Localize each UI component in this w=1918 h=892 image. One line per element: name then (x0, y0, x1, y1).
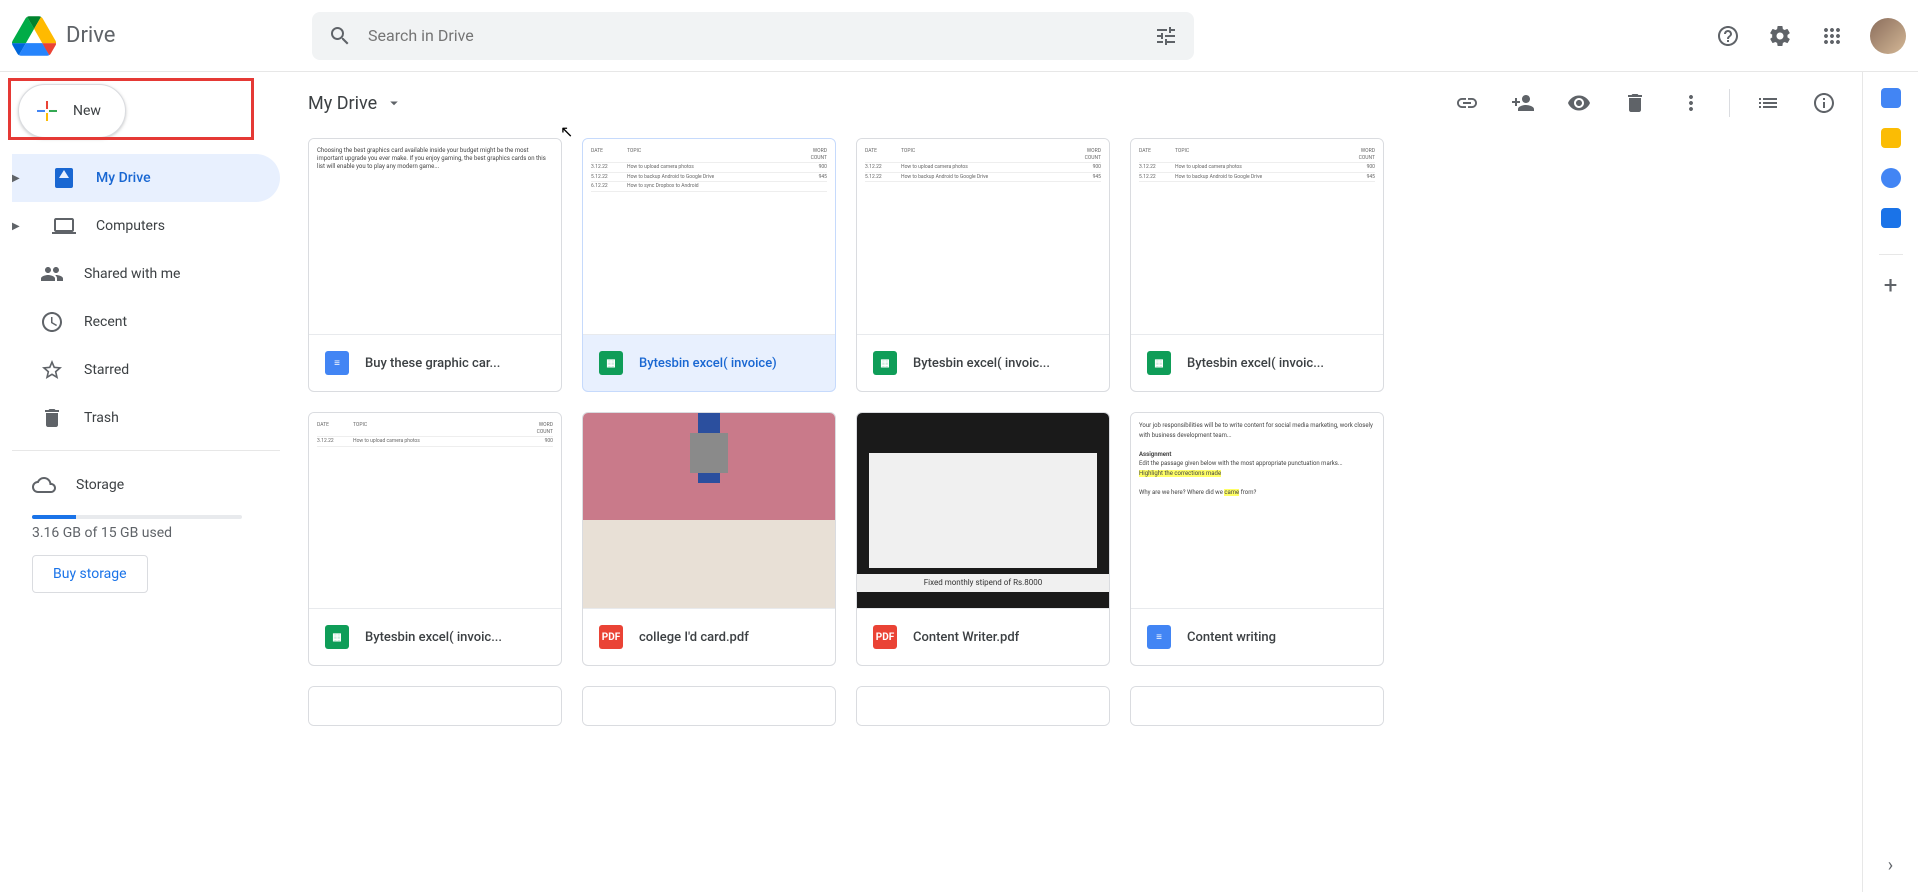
new-button-label: New (73, 103, 101, 119)
my-drive-icon (52, 166, 76, 190)
sidebar-item-label: Starred (84, 362, 129, 378)
preview-icon[interactable] (1557, 81, 1601, 125)
file-name: Buy these graphic car... (365, 356, 500, 371)
sidebar-item-label: My Drive (96, 170, 151, 186)
apps-icon[interactable] (1810, 14, 1854, 58)
sidebar-item-recent[interactable]: Recent (12, 298, 280, 346)
file-name: college I'd card.pdf (639, 630, 749, 645)
file-card[interactable]: Your job responsibilities will be to wri… (1130, 412, 1384, 666)
sidebar: New ▶ My Drive ▶ Computers Shared with m… (0, 72, 292, 892)
trash-icon (40, 406, 64, 430)
sidebar-item-label: Shared with me (84, 266, 180, 282)
sidebar-item-label: Trash (84, 410, 119, 426)
contacts-icon[interactable] (1881, 208, 1901, 228)
divider (1729, 89, 1730, 117)
file-name: Bytesbin excel( invoic... (913, 356, 1050, 371)
sheets-icon: ▦ (325, 625, 349, 649)
drive-logo-icon (12, 14, 56, 58)
sidebar-item-starred[interactable]: Starred (12, 346, 280, 394)
view-list-icon[interactable] (1746, 81, 1790, 125)
search-input[interactable] (368, 26, 1154, 45)
file-card[interactable] (582, 686, 836, 726)
file-name: Bytesbin excel( invoic... (365, 630, 502, 645)
logo-area[interactable]: Drive (12, 14, 312, 58)
buy-storage-button[interactable]: Buy storage (32, 555, 148, 593)
path-actions (1445, 81, 1846, 125)
storage-usage-text: 3.16 GB of 15 GB used (32, 525, 260, 541)
more-icon[interactable] (1669, 81, 1713, 125)
file-card[interactable]: DATETOPICWORD COUNT3.12.22How to upload … (856, 138, 1110, 392)
cloud-icon (32, 473, 56, 497)
sidebar-item-trash[interactable]: Trash (12, 394, 280, 442)
search-options-icon[interactable] (1154, 24, 1178, 48)
hide-panel-icon[interactable]: › (1888, 855, 1893, 876)
header: Drive (0, 0, 1918, 72)
search-icon (328, 24, 352, 48)
search-bar[interactable] (312, 12, 1194, 60)
storage-fill (32, 515, 76, 519)
file-grid: Choosing the best graphics card availabl… (308, 134, 1846, 730)
file-name: Bytesbin excel( invoice) (639, 356, 777, 371)
app-title: Drive (66, 23, 115, 48)
tasks-icon[interactable] (1881, 168, 1901, 188)
file-name: Content Writer.pdf (913, 630, 1019, 645)
thumb-caption: Fixed monthly stipend of Rs.8000 (857, 574, 1109, 592)
calendar-icon[interactable] (1881, 88, 1901, 108)
docs-icon: ≡ (1147, 625, 1171, 649)
computers-icon (52, 214, 76, 238)
docs-icon: ≡ (325, 351, 349, 375)
storage-bar (32, 515, 242, 519)
keep-icon[interactable] (1881, 128, 1901, 148)
sidebar-item-storage[interactable]: Storage (32, 461, 260, 509)
main-layout: New ▶ My Drive ▶ Computers Shared with m… (0, 72, 1918, 892)
header-right (1706, 14, 1906, 58)
path-bar: My Drive (308, 72, 1846, 134)
path-label-text: My Drive (308, 93, 377, 114)
file-card[interactable]: Fixed monthly stipend of Rs.8000 PDF Conte… (856, 412, 1110, 666)
get-link-icon[interactable] (1445, 81, 1489, 125)
expand-icon[interactable]: ▶ (12, 173, 24, 184)
expand-icon[interactable]: ▶ (12, 221, 24, 232)
content-area: My Drive ↖ Choosing the best graphics ca… (292, 72, 1862, 892)
pdf-icon: PDF (873, 625, 897, 649)
delete-icon[interactable] (1613, 81, 1657, 125)
shared-icon (40, 262, 64, 286)
sheets-icon: ▦ (599, 351, 623, 375)
file-card[interactable]: DATETOPICWORD COUNT3.12.22How to upload … (1130, 138, 1384, 392)
recent-icon (40, 310, 64, 334)
file-card[interactable] (1130, 686, 1384, 726)
path-dropdown[interactable]: My Drive (308, 93, 403, 114)
storage-section: Storage 3.16 GB of 15 GB used Buy storag… (12, 450, 280, 603)
add-icon[interactable]: + (1881, 275, 1901, 295)
storage-label: Storage (76, 477, 124, 493)
avatar[interactable] (1870, 18, 1906, 54)
dropdown-icon (385, 94, 403, 112)
view-details-icon[interactable] (1802, 81, 1846, 125)
sheets-icon: ▦ (1147, 351, 1171, 375)
file-card[interactable] (308, 686, 562, 726)
star-icon (40, 358, 64, 382)
side-panel: + › (1862, 72, 1918, 892)
sidebar-item-computers[interactable]: ▶ Computers (12, 202, 280, 250)
sidebar-item-my-drive[interactable]: ▶ My Drive (12, 154, 280, 202)
support-icon[interactable] (1706, 14, 1750, 58)
settings-icon[interactable] (1758, 14, 1802, 58)
sheets-icon: ▦ (873, 351, 897, 375)
pdf-icon: PDF (599, 625, 623, 649)
file-card[interactable]: Choosing the best graphics card availabl… (308, 138, 562, 392)
file-card[interactable]: DATETOPICWORD COUNT3.12.22How to upload … (308, 412, 562, 666)
file-name: Content writing (1187, 630, 1276, 645)
file-card[interactable]: PDF college I'd card.pdf (582, 412, 836, 666)
file-card[interactable]: DATETOPICWORD COUNT3.12.22How to upload … (582, 138, 836, 392)
new-button[interactable]: New (18, 84, 126, 138)
sidebar-item-label: Computers (96, 218, 165, 234)
share-icon[interactable] (1501, 81, 1545, 125)
sidebar-item-shared[interactable]: Shared with me (12, 250, 280, 298)
divider (1879, 254, 1903, 255)
file-card[interactable] (856, 686, 1110, 726)
plus-icon (35, 99, 59, 123)
sidebar-item-label: Recent (84, 314, 127, 330)
file-name: Bytesbin excel( invoic... (1187, 356, 1324, 371)
new-button-container: New (12, 84, 280, 138)
